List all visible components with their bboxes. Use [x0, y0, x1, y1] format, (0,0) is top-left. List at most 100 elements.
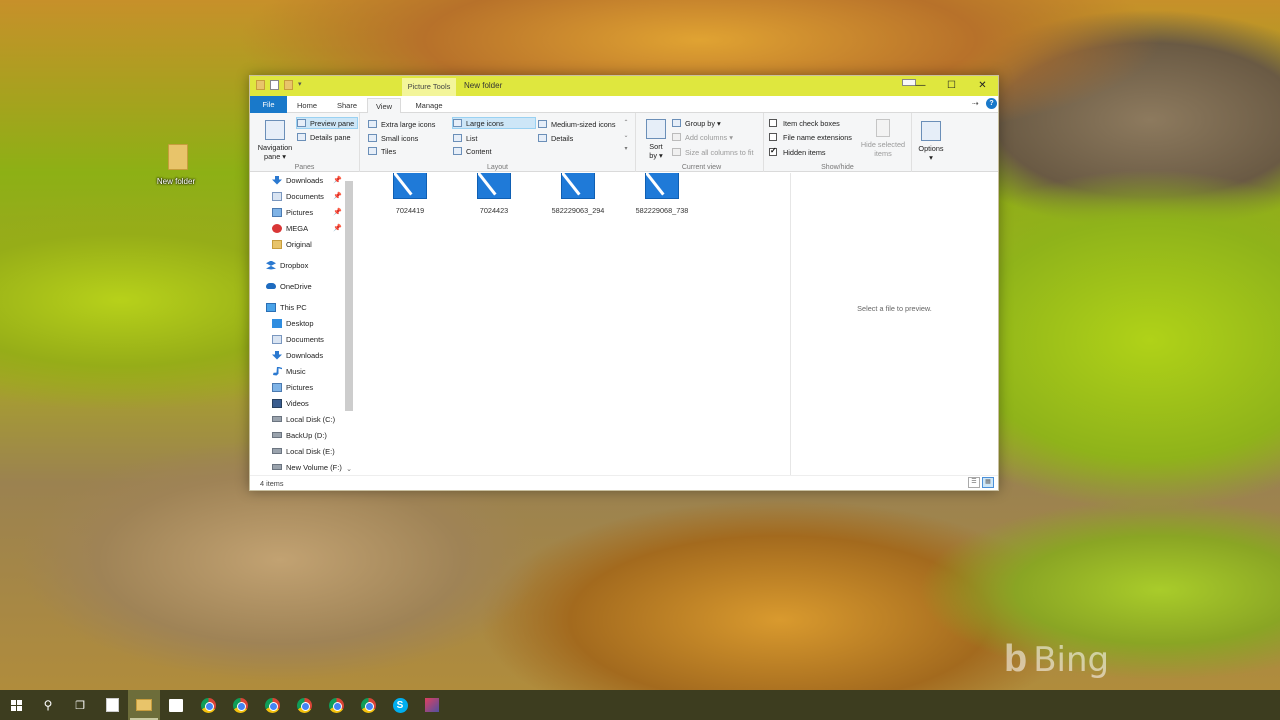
large-icons-label: Large icons: [466, 118, 504, 128]
nav-item-onedrive[interactable]: OneDrive: [266, 279, 312, 293]
taskbar-store[interactable]: [160, 690, 192, 720]
layout-list[interactable]: List: [453, 132, 477, 144]
nav-item-music[interactable]: Music: [272, 364, 306, 378]
layout-tiles[interactable]: Tiles: [368, 145, 396, 157]
layout-small-icons[interactable]: Small icons: [368, 132, 418, 144]
details-pane-button[interactable]: Details pane: [297, 131, 351, 143]
hide-selected-items-button[interactable]: Hide selected items: [858, 119, 908, 158]
nav-item-dropbox[interactable]: Dropbox: [266, 258, 308, 272]
taskbar-chrome-2[interactable]: [224, 690, 256, 720]
nav-item-quick-mega[interactable]: MEGA: [272, 221, 308, 235]
nav-item-label: Pictures: [286, 382, 314, 392]
medium-icons-label: Medium-sized icons: [551, 119, 616, 129]
size-columns-button[interactable]: Size all columns to fit: [672, 146, 754, 158]
nav-item-quick-original[interactable]: Original: [272, 237, 312, 251]
group-by-button[interactable]: Group by ▾: [672, 117, 721, 129]
music-icon: [273, 366, 282, 376]
taskbar-chrome-1[interactable]: [192, 690, 224, 720]
layout-large-icons[interactable]: Large icons: [452, 117, 536, 129]
taskbar-file-explorer[interactable]: [128, 690, 160, 720]
preview-pane-button[interactable]: Preview pane: [296, 117, 358, 129]
desktop-folder-label: New folder: [156, 177, 196, 186]
file-item[interactable]: 582229068_738: [622, 173, 702, 215]
nav-item-quick-documents[interactable]: Documents: [272, 189, 324, 203]
group-layout: Extra large icons Large icons Medium-siz…: [360, 113, 636, 172]
minimize-button[interactable]: —: [905, 76, 936, 96]
navigation-pane-label-line1: Navigation: [257, 143, 293, 152]
layout-medium-icons[interactable]: Medium-sized icons: [538, 118, 615, 130]
details-view-icon[interactable]: ☰: [968, 477, 980, 488]
desktop-folder-new-folder[interactable]: New folder: [156, 144, 200, 186]
nav-item-documents[interactable]: Documents: [272, 332, 324, 346]
help-icon[interactable]: ?: [986, 98, 997, 109]
tab-file[interactable]: File: [250, 96, 287, 113]
nav-item-disk-e[interactable]: Local Disk (E:): [272, 444, 335, 458]
search-button[interactable]: ⚲: [32, 690, 64, 720]
taskbar-chrome-3[interactable]: [256, 690, 288, 720]
taskbar-chrome-5[interactable]: [320, 690, 352, 720]
image-file-thumbnail-icon: [561, 173, 595, 199]
tab-share[interactable]: Share: [330, 98, 364, 113]
nav-item-disk-c[interactable]: Local Disk (C:): [272, 412, 335, 426]
large-icons-view-icon[interactable]: ▦: [982, 477, 994, 488]
mega-icon: [272, 223, 282, 233]
nav-item-label: Documents: [286, 334, 324, 344]
item-check-boxes-toggle[interactable]: Item check boxes: [769, 117, 840, 129]
properties-icon[interactable]: [270, 80, 279, 90]
add-columns-button[interactable]: Add columns ▾: [672, 131, 733, 143]
extra-large-icons-label: Extra large icons: [381, 119, 436, 129]
layout-gallery-scroll[interactable]: ⌃ ⌄ ▾: [622, 117, 630, 156]
navigation-pane-label-line2: pane ▾: [264, 152, 286, 161]
nav-item-disk-d[interactable]: BackUp (D:): [272, 428, 327, 442]
hide-selected-label-line1: Hide selected: [860, 140, 906, 149]
nav-item-quick-pictures[interactable]: Pictures: [272, 205, 313, 219]
nav-item-downloads[interactable]: Downloads: [272, 348, 323, 362]
tab-view[interactable]: View: [367, 98, 401, 114]
document-icon: [272, 334, 282, 344]
taskbar-app[interactable]: [416, 690, 448, 720]
layout-details[interactable]: Details: [538, 132, 573, 144]
taskbar-skype[interactable]: S: [384, 690, 416, 720]
title-bar[interactable]: ▾ Picture Tools New folder — ☐ ✕: [250, 76, 998, 96]
taskbar-chrome-6[interactable]: [352, 690, 384, 720]
task-view-button[interactable]: ❐: [64, 690, 96, 720]
sort-by-button[interactable]: Sort by ▾: [644, 119, 668, 160]
new-folder-icon[interactable]: [284, 80, 293, 90]
layout-content[interactable]: Content: [453, 145, 492, 157]
file-name-extensions-checkbox[interactable]: [769, 133, 777, 141]
file-list-view[interactable]: 7024419 7024423 582229063_294 582229068_…: [356, 173, 788, 475]
expand-ribbon-icon[interactable]: ⇢: [972, 99, 979, 108]
item-check-boxes-checkbox[interactable]: [769, 119, 777, 127]
hidden-items-checkbox[interactable]: [769, 146, 777, 156]
taskbar-chrome-4[interactable]: [288, 690, 320, 720]
maximize-button[interactable]: ☐: [936, 76, 967, 96]
layout-extra-large-icons[interactable]: Extra large icons: [368, 118, 435, 130]
folder-icon[interactable]: [256, 80, 265, 90]
nav-item-disk-f[interactable]: New Volume (F:): [272, 460, 342, 474]
image-file-thumbnail-icon: [645, 173, 679, 199]
file-item[interactable]: 582229063_294: [538, 173, 618, 215]
nav-item-quick-downloads[interactable]: Downloads: [272, 173, 323, 187]
scrollbar-thumb[interactable]: [345, 181, 353, 411]
nav-item-desktop[interactable]: Desktop: [272, 316, 314, 330]
file-name-extensions-toggle[interactable]: File name extensions: [769, 131, 852, 143]
start-button[interactable]: [0, 690, 32, 720]
file-item[interactable]: 7024419: [370, 173, 450, 215]
file-name-extensions-label: File name extensions: [783, 132, 852, 142]
nav-item-this-pc[interactable]: This PC: [266, 300, 307, 314]
hidden-items-toggle[interactable]: Hidden items: [769, 146, 826, 158]
nav-item-label: Music: [286, 366, 306, 376]
tab-manage[interactable]: Manage: [406, 98, 452, 113]
close-button[interactable]: ✕: [967, 76, 998, 96]
scroll-down-arrow-icon[interactable]: ⌄: [344, 465, 354, 473]
file-item[interactable]: 7024423: [454, 173, 534, 215]
taskbar-calculator[interactable]: [96, 690, 128, 720]
options-button[interactable]: Options ▾: [912, 121, 950, 162]
customize-toolbar-chevron-icon[interactable]: ▾: [298, 80, 302, 90]
tab-home[interactable]: Home: [290, 98, 324, 113]
navigation-pane-scrollbar[interactable]: ⌄: [344, 173, 354, 475]
nav-item-videos[interactable]: Videos: [272, 396, 309, 410]
file-name: 582229063_294: [551, 206, 605, 215]
nav-item-pictures[interactable]: Pictures: [272, 380, 313, 394]
navigation-pane-button[interactable]: Navigation pane ▾: [255, 120, 295, 161]
